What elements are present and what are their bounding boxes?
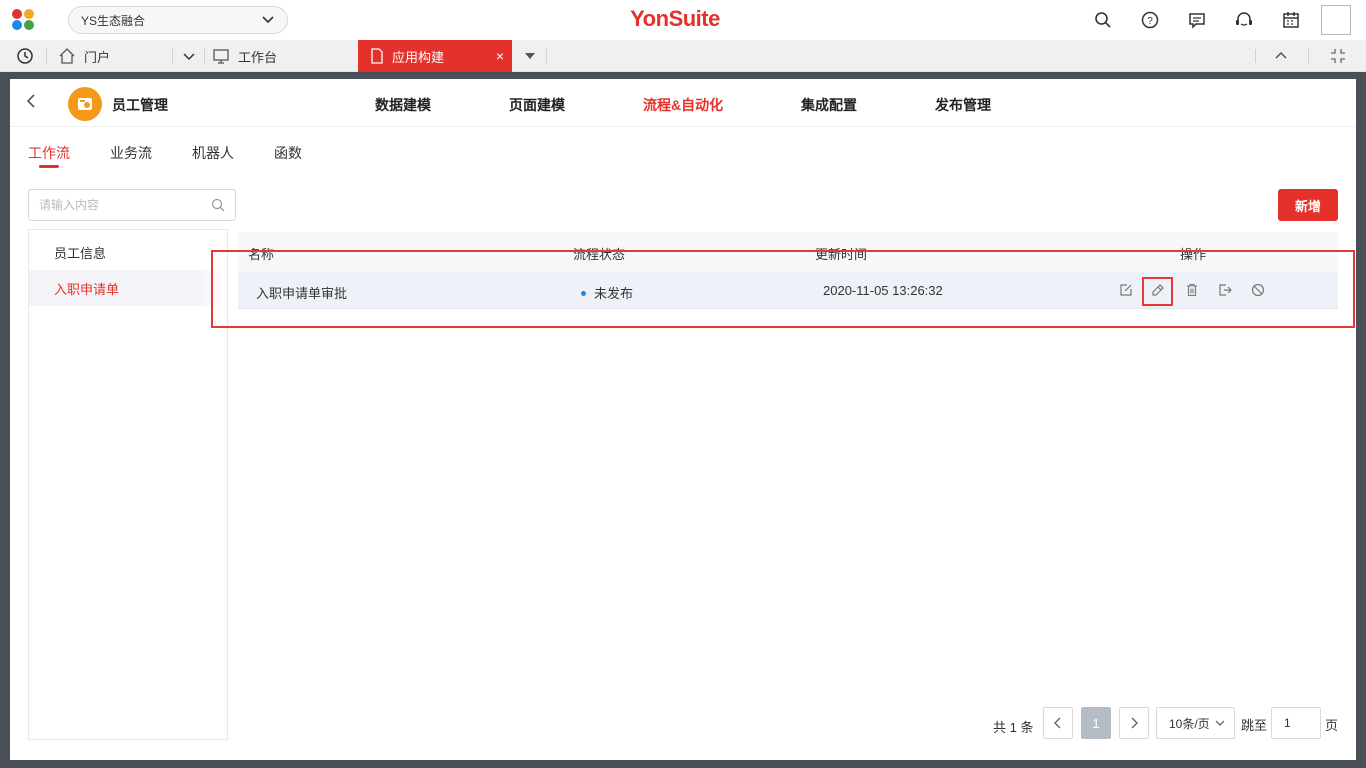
list-item-employee-info[interactable]: 员工信息: [29, 234, 227, 270]
chevron-down-icon: [262, 16, 274, 24]
pagination-total: 共 1 条: [993, 720, 1034, 735]
svg-text:?: ?: [1147, 16, 1153, 27]
chevron-down-icon[interactable]: [182, 40, 196, 72]
current-page[interactable]: 1: [1081, 707, 1111, 739]
jump-label: 跳至: [1241, 718, 1268, 733]
col-updated: 更新时间: [815, 247, 868, 262]
tab-bar: 门户 工作台 应用构建 ×: [0, 40, 1366, 72]
col-actions: 操作: [1180, 247, 1207, 262]
collapse-fullscreen-icon[interactable]: [1329, 40, 1347, 72]
top-header: YS生态融合 YonSuite ?: [0, 0, 1366, 40]
chevron-up-icon[interactable]: [1274, 40, 1288, 72]
nav-data-modeling[interactable]: 数据建模: [375, 95, 431, 115]
row-status: 未发布: [581, 283, 633, 302]
col-status: 流程状态: [573, 247, 626, 262]
service-icon[interactable]: [1234, 10, 1254, 30]
help-icon[interactable]: ?: [1140, 10, 1160, 30]
prev-page-button[interactable]: [1043, 707, 1073, 739]
search-icon[interactable]: [211, 198, 225, 212]
tab-workbench-label: 工作台: [238, 49, 278, 65]
monitor-icon: [213, 49, 229, 64]
calendar-icon[interactable]: [1281, 10, 1301, 30]
search-box: [28, 189, 236, 221]
row-name: 入职申请单审批: [256, 286, 348, 301]
tab-portal[interactable]: 门户: [58, 40, 110, 72]
edit-icon[interactable]: [1117, 281, 1135, 299]
tenant-name: YS生态融合: [81, 13, 146, 28]
page-suffix: 页: [1325, 718, 1339, 733]
message-icon[interactable]: [1187, 10, 1207, 30]
tab-list-dropdown-icon[interactable]: [523, 40, 537, 72]
yonyou-logo: [12, 9, 34, 30]
back-icon[interactable]: [24, 93, 38, 112]
app-header: 员工管理 数据建模 页面建模 流程&自动化 集成配置 发布管理: [10, 79, 1356, 127]
search-icon[interactable]: [1093, 10, 1113, 30]
form-list-panel: 员工信息 入职申请单: [28, 229, 228, 740]
nav-page-modeling[interactable]: 页面建模: [509, 95, 565, 115]
nav-integration-config[interactable]: 集成配置: [801, 95, 857, 115]
active-tab-indicator: [39, 165, 59, 168]
tab-workflow[interactable]: 工作流: [28, 143, 70, 163]
export-icon[interactable]: [1216, 281, 1234, 299]
history-icon[interactable]: [16, 40, 34, 72]
tenant-selector[interactable]: YS生态融合: [68, 6, 288, 34]
home-icon: [59, 48, 75, 64]
delete-icon[interactable]: [1183, 281, 1201, 299]
avatar[interactable]: [1321, 5, 1351, 35]
disable-icon[interactable]: [1249, 281, 1267, 299]
col-name: 名称: [248, 247, 275, 262]
next-page-button[interactable]: [1119, 707, 1149, 739]
tab-robot[interactable]: 机器人: [192, 143, 234, 163]
chevron-down-icon: [1215, 720, 1225, 726]
nav-process-automation[interactable]: 流程&自动化: [643, 95, 723, 115]
design-icon[interactable]: [1149, 281, 1167, 299]
tab-function[interactable]: 函数: [274, 143, 302, 163]
tab-workbench[interactable]: 工作台: [212, 40, 277, 72]
app-frame: 员工管理 数据建模 页面建模 流程&自动化 集成配置 发布管理 工作流 业务流 …: [10, 79, 1356, 760]
app-logo: [68, 87, 102, 121]
document-icon: [371, 48, 383, 64]
page-size-select[interactable]: 10条/页: [1156, 707, 1235, 739]
jump-input[interactable]: 1: [1271, 707, 1321, 739]
tab-app-builder-label: 应用构建: [392, 49, 445, 65]
tab-business-flow[interactable]: 业务流: [110, 143, 152, 163]
table-row[interactable]: 入职申请单审批 未发布 2020-11-05 13:26:32: [238, 272, 1338, 309]
table-header: 名称 流程状态 更新时间 操作: [238, 232, 1338, 272]
row-updated: 2020-11-05 13:26:32: [823, 283, 943, 298]
add-button[interactable]: 新增: [1278, 189, 1338, 221]
list-item-onboarding-form[interactable]: 入职申请单: [29, 270, 227, 306]
status-dot: [581, 291, 586, 297]
tab-portal-label: 门户: [84, 49, 111, 65]
tab-app-builder[interactable]: 应用构建 ×: [358, 40, 512, 72]
close-icon[interactable]: ×: [496, 48, 504, 64]
app-name: 员工管理: [112, 97, 168, 113]
search-input[interactable]: [29, 190, 199, 220]
brand-logo: YonSuite: [630, 6, 720, 31]
nav-publish-management[interactable]: 发布管理: [935, 95, 991, 115]
